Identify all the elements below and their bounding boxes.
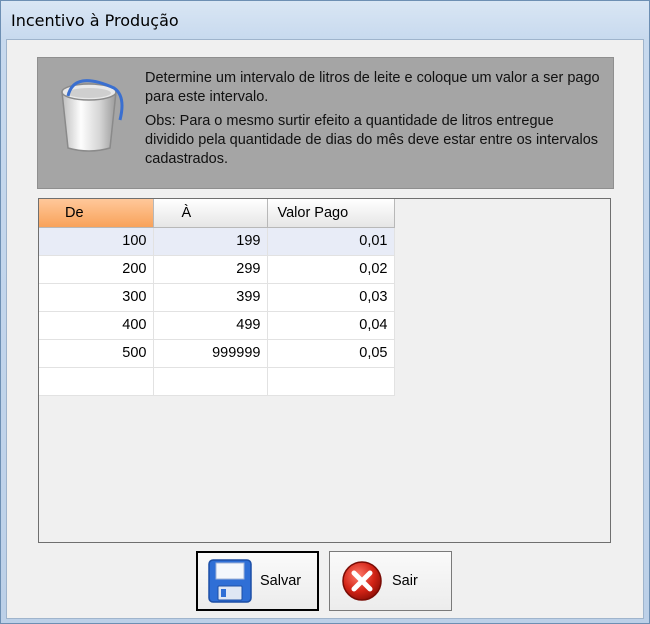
info-panel: Determine um intervalo de litros de leit… [37, 57, 614, 189]
cell-de[interactable]: 400 [39, 311, 154, 340]
dialog-body: Determine um intervalo de litros de leit… [6, 39, 644, 619]
dialog-window: Incentivo à Produção Determine um interv… [0, 0, 650, 624]
cell-a[interactable]: 499 [153, 311, 268, 340]
column-header-valor-pago[interactable]: Valor Pago [267, 199, 395, 228]
table-row[interactable]: 200 299 0,02 [39, 255, 395, 284]
table-row[interactable]: 300 399 0,03 [39, 283, 395, 312]
exit-button[interactable]: Sair [329, 551, 452, 611]
bucket-icon [61, 79, 124, 152]
cell-valor[interactable] [267, 367, 395, 396]
cell-a[interactable] [153, 367, 268, 396]
cell-a[interactable]: 399 [153, 283, 268, 312]
floppy-disk-icon [208, 559, 252, 603]
save-button-label: Salvar [260, 573, 302, 589]
info-note: Obs: Para o mesmo surtir efeito a quanti… [145, 113, 599, 167]
table-row[interactable]: 100 199 0,01 [39, 227, 395, 256]
table-row[interactable]: 500 999999 0,05 [39, 339, 395, 368]
cell-a[interactable]: 299 [153, 255, 268, 284]
info-instruction: Determine um intervalo de litros de leit… [145, 70, 600, 105]
cell-de[interactable]: 300 [39, 283, 154, 312]
exit-button-label: Sair [392, 573, 418, 589]
cell-de[interactable]: 100 [39, 227, 154, 256]
cell-valor[interactable]: 0,02 [267, 255, 395, 284]
cell-valor[interactable]: 0,03 [267, 283, 395, 312]
cell-a[interactable]: 199 [153, 227, 268, 256]
cell-valor[interactable]: 0,05 [267, 339, 395, 368]
table-row[interactable]: 400 499 0,04 [39, 311, 395, 340]
cell-valor[interactable]: 0,01 [267, 227, 395, 256]
cell-de[interactable]: 500 [39, 339, 154, 368]
column-header-de[interactable]: De [39, 199, 154, 228]
cell-a[interactable]: 999999 [153, 339, 268, 368]
cell-valor[interactable]: 0,04 [267, 311, 395, 340]
table-row-new[interactable] [39, 367, 395, 396]
close-x-icon [342, 561, 382, 601]
intervals-grid[interactable]: De À Valor Pago 100 199 0,01 200 299 0,0… [38, 198, 611, 543]
window-title: Incentivo à Produção [11, 11, 179, 30]
save-button[interactable]: Salvar [196, 551, 319, 611]
column-header-a[interactable]: À [153, 199, 268, 228]
cell-de[interactable]: 200 [39, 255, 154, 284]
title-bar[interactable]: Incentivo à Produção [1, 1, 649, 39]
intervals-table[interactable]: De À Valor Pago 100 199 0,01 200 299 0,0… [39, 199, 395, 396]
cell-de[interactable] [39, 367, 154, 396]
